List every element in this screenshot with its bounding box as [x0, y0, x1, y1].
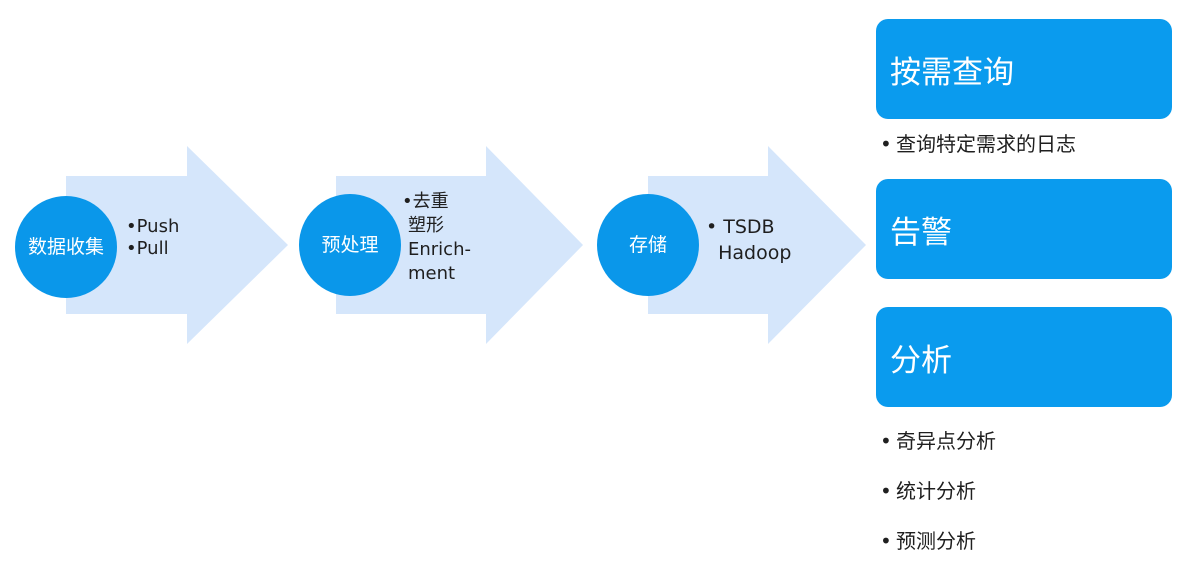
- list-item: • 奇异点分析: [880, 427, 996, 477]
- list-item: • 预测分析: [880, 527, 996, 577]
- output-query-item: 查询特定需求的日志: [896, 132, 1076, 156]
- storage-label: 存储: [628, 234, 667, 256]
- preprocess-bullets: •去重 塑形 Enrich- ment: [402, 190, 471, 286]
- storage-bullet-hadoop: Hadoop: [706, 242, 792, 264]
- output-analysis-title: 分析: [890, 342, 952, 379]
- collect-bullet-pull: •Pull: [126, 238, 169, 259]
- output-analysis-item-stats: 统计分析: [896, 479, 976, 503]
- bullet-dot: •: [880, 529, 892, 553]
- collect-bullet-push: •Push: [126, 216, 180, 237]
- storage-bullet-tsdb: • TSDB: [706, 216, 775, 238]
- output-query-list: • 查询特定需求的日志: [880, 130, 1076, 180]
- preprocess-bullet-shape: 塑形: [408, 215, 444, 236]
- preprocess-bullet-dedup: •去重: [402, 191, 449, 212]
- output-alert-box: 告警: [876, 179, 1172, 279]
- list-item: • 统计分析: [880, 477, 996, 527]
- preprocess-bullet-enrich-cont: ment: [408, 263, 456, 284]
- output-query-box: 按需查询: [876, 19, 1172, 119]
- bullet-dot: •: [880, 132, 892, 156]
- output-query-title: 按需查询: [890, 54, 1014, 91]
- preprocess-bullet-enrich: Enrich-: [408, 239, 471, 260]
- output-analysis-item-anomaly: 奇异点分析: [896, 429, 996, 453]
- output-analysis-box: 分析: [876, 307, 1172, 407]
- bullet-dot: •: [880, 479, 892, 503]
- preprocess-label: 预处理: [321, 234, 379, 256]
- storage-circle: 存储: [597, 194, 699, 296]
- collect-circle: 数据收集: [15, 196, 117, 298]
- collect-label: 数据收集: [27, 236, 104, 258]
- output-analysis-item-forecast: 预测分析: [896, 529, 976, 553]
- output-alert-title: 告警: [890, 214, 952, 251]
- output-analysis-list: • 奇异点分析 • 统计分析 • 预测分析: [880, 427, 996, 577]
- storage-bullets: • TSDB Hadoop: [706, 216, 791, 264]
- collect-bullets: •Push •Pull: [126, 216, 179, 260]
- list-item: • 查询特定需求的日志: [880, 130, 1076, 180]
- bullet-dot: •: [880, 429, 892, 453]
- preprocess-circle: 预处理: [299, 194, 401, 296]
